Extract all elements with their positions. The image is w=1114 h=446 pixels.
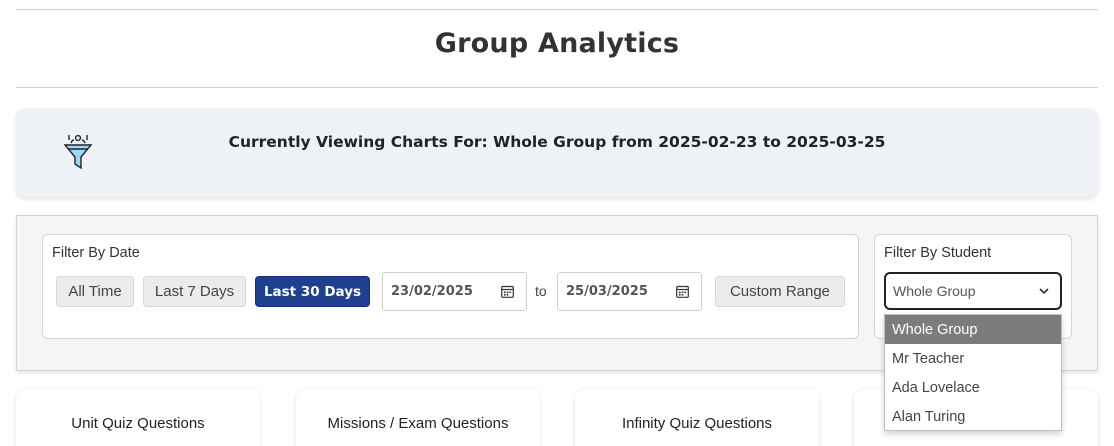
last-7-days-button[interactable]: Last 7 Days — [143, 276, 246, 307]
stat-card: Missions / Exam Questions — [296, 389, 540, 446]
student-option[interactable]: Ada Lovelace — [885, 373, 1061, 402]
calendar-icon[interactable] — [501, 285, 514, 298]
to-date-value: 25/03/2025 — [566, 284, 648, 299]
student-option[interactable]: Alan Turing — [885, 402, 1061, 431]
from-date-value: 23/02/2025 — [391, 284, 473, 299]
student-select[interactable]: Whole Group — [884, 272, 1062, 310]
viewing-summary: Currently Viewing Charts For: Whole Grou… — [228, 133, 886, 151]
viewing-banner: Currently Viewing Charts For: Whole Grou… — [16, 108, 1098, 197]
top-divider — [16, 9, 1098, 10]
stat-card-title: Unit Quiz Questions — [71, 415, 205, 432]
calendar-icon[interactable] — [676, 285, 689, 298]
student-filter-label: Filter By Student — [884, 245, 992, 261]
all-time-button[interactable]: All Time — [56, 276, 134, 307]
custom-range-button[interactable]: Custom Range — [715, 276, 845, 307]
student-options-list: Whole Group Mr Teacher Ada Lovelace Alan… — [884, 314, 1062, 431]
date-filter-label: Filter By Date — [52, 245, 140, 261]
stat-card: Infinity Quiz Questions — [575, 389, 819, 446]
stat-card-title: Missions / Exam Questions — [327, 415, 509, 432]
last-30-days-button[interactable]: Last 30 Days — [255, 276, 370, 307]
date-range-to-label: to — [535, 283, 547, 299]
stat-card-title: Infinity Quiz Questions — [621, 415, 773, 432]
page-title: Group Analytics — [434, 28, 680, 59]
to-date-input[interactable]: 25/03/2025 — [557, 272, 702, 311]
student-option[interactable]: Mr Teacher — [885, 344, 1061, 373]
student-option[interactable]: Whole Group — [885, 315, 1061, 344]
student-select-value: Whole Group — [893, 283, 976, 299]
chevron-down-icon — [1039, 288, 1049, 295]
stat-card: Unit Quiz Questions — [16, 389, 260, 446]
from-date-input[interactable]: 23/02/2025 — [382, 272, 527, 311]
title-divider — [16, 87, 1098, 88]
